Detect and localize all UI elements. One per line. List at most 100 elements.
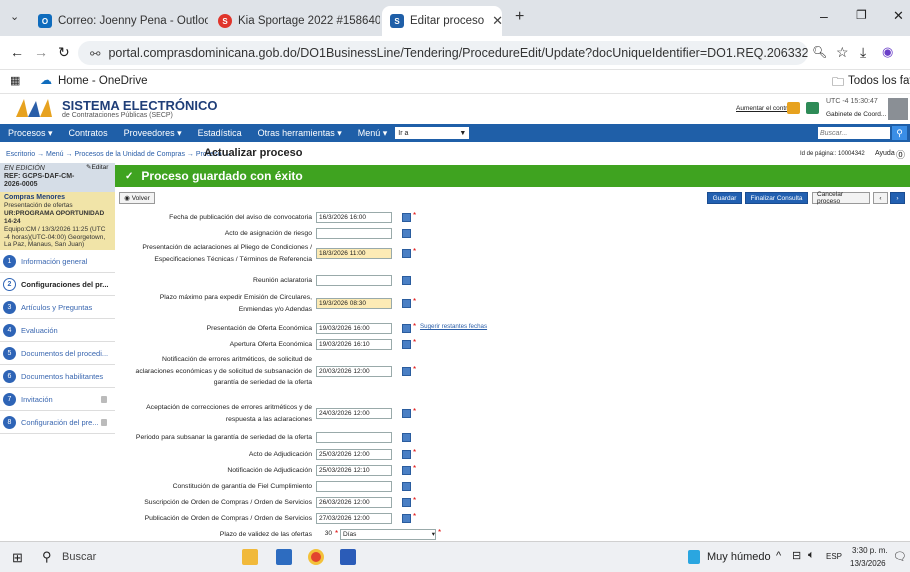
- bookmark-star-icon[interactable]: ☆: [836, 44, 849, 61]
- avatar[interactable]: [888, 98, 908, 120]
- weather-text[interactable]: Muy húmedo: [707, 551, 771, 563]
- calendar-icon[interactable]: [402, 409, 411, 418]
- step-item-6[interactable]: 6 Documentos habilitantes: [0, 365, 115, 388]
- network-icon[interactable]: ⊟: [792, 549, 801, 562]
- suggest-dates-link[interactable]: Sugerir restantes fechas: [420, 323, 487, 330]
- date-input[interactable]: 24/03/2026 12:00: [316, 408, 392, 419]
- bookmark-onedrive[interactable]: Home - OneDrive: [58, 75, 147, 87]
- calendar-icon[interactable]: [402, 498, 411, 508]
- calendar-icon[interactable]: [402, 324, 411, 334]
- chrome-icon[interactable]: [308, 549, 324, 565]
- step-item-7[interactable]: 7 Invitación: [0, 388, 115, 411]
- taskbar-date[interactable]: 13/3/2026: [850, 559, 886, 568]
- prev-step-button[interactable]: ‹: [873, 192, 888, 204]
- tab-kia[interactable]: S Kia Sportage 2022 #1586406 - ✕: [210, 6, 380, 36]
- reports-icon[interactable]: [806, 102, 819, 114]
- tab-outlook[interactable]: O Correo: Joenny Pena - Outlook ✕: [30, 6, 208, 36]
- site-search-input[interactable]: [818, 127, 890, 139]
- nav-menu[interactable]: Menú ▾: [350, 128, 396, 139]
- step-item-5[interactable]: 5 Documentos del procedi...: [0, 342, 115, 365]
- volume-icon[interactable]: 🔈︎: [808, 549, 815, 562]
- site-info-icon[interactable]: ⚯: [90, 46, 100, 61]
- date-input[interactable]: 19/03/2026 16:00: [316, 323, 392, 335]
- step-item-1[interactable]: 1 Información general: [0, 250, 115, 273]
- restore-icon[interactable]: ❐: [856, 8, 867, 22]
- notifications-icon[interactable]: [787, 102, 800, 114]
- user-name[interactable]: Gabinete de Coord...: [826, 111, 886, 118]
- taskbar-search-text[interactable]: Buscar: [62, 551, 96, 563]
- date-input[interactable]: [316, 228, 392, 240]
- language-indicator[interactable]: ESP: [826, 552, 842, 561]
- calendar-icon[interactable]: [402, 450, 411, 460]
- step-item-8[interactable]: 8 Configuración del pre...: [0, 411, 115, 434]
- tab-editar-proceso[interactable]: S Editar proceso ✕: [382, 6, 502, 36]
- back-button[interactable]: ◉ Volver: [119, 192, 155, 204]
- calendar-icon[interactable]: [402, 276, 411, 286]
- nav-contratos[interactable]: Contratos: [61, 128, 116, 138]
- notification-icon[interactable]: 🗨︎: [893, 550, 907, 563]
- nav-estadistica[interactable]: Estadística: [190, 128, 250, 138]
- calendar-icon[interactable]: [402, 482, 411, 492]
- calendar-icon[interactable]: [402, 366, 411, 376]
- date-input[interactable]: 27/03/2026 12:00: [316, 513, 392, 525]
- step-item-3[interactable]: 3 Artículos y Preguntas: [0, 296, 115, 319]
- date-input[interactable]: [316, 481, 392, 493]
- calendar-icon[interactable]: [402, 249, 411, 258]
- windows-start-icon[interactable]: ⊞: [12, 550, 23, 566]
- breadcrumb-path[interactable]: Escritorio → Menú → Procesos de la Unida…: [6, 151, 230, 158]
- close-window-icon[interactable]: ✕: [893, 8, 904, 24]
- date-input[interactable]: 25/03/2026 12:00: [316, 449, 392, 461]
- nav-otras-herramientas[interactable]: Otras herramientas ▾: [250, 128, 350, 139]
- edit-link[interactable]: ✎Editar: [86, 164, 108, 171]
- date-input[interactable]: 19/3/2026 08:30: [316, 298, 392, 309]
- tray-chevron-icon[interactable]: ^: [776, 550, 781, 562]
- next-step-button[interactable]: ›: [890, 192, 905, 204]
- date-input[interactable]: 26/03/2026 12:00: [316, 497, 392, 509]
- nav-procesos[interactable]: Procesos ▾: [0, 128, 61, 139]
- apps-grid-icon[interactable]: ▦: [10, 74, 20, 87]
- file-explorer-icon[interactable]: [242, 549, 258, 565]
- cancel-process-button[interactable]: Cancelar proceso: [812, 191, 870, 205]
- goto-select[interactable]: Ir a ▼: [395, 127, 470, 139]
- calendar-icon[interactable]: [402, 514, 411, 524]
- calendar-icon[interactable]: [402, 340, 411, 350]
- date-input[interactable]: [316, 275, 392, 287]
- finish-consult-button[interactable]: Finalizar Consulta: [745, 192, 808, 204]
- nav-proveedores[interactable]: Proveedores ▾: [116, 128, 190, 139]
- calendar-icon[interactable]: [402, 433, 411, 443]
- tab-list-dropdown-icon[interactable]: ⌄: [10, 10, 19, 23]
- address-bar[interactable]: ⚯ portal.comprasdominicana.gob.do/DO1Bus…: [78, 41, 808, 65]
- date-input[interactable]: 16/3/2026 16:00: [316, 212, 392, 224]
- search-icon[interactable]: ⚲: [892, 126, 907, 140]
- new-tab-icon[interactable]: +: [515, 8, 524, 26]
- back-arrow-icon[interactable]: ←: [10, 44, 24, 60]
- date-input[interactable]: 20/03/2026 12:00: [316, 365, 392, 377]
- calendar-icon[interactable]: [402, 213, 411, 223]
- taskbar-time[interactable]: 3:30 p. m.: [852, 546, 888, 555]
- date-input[interactable]: 19/03/2026 16:10: [316, 339, 392, 351]
- word-icon[interactable]: [340, 549, 356, 565]
- calendar-icon[interactable]: [402, 229, 411, 239]
- taskbar-search-icon[interactable]: ⚲: [42, 549, 52, 565]
- date-input[interactable]: 18/3/2026 11:00: [316, 248, 392, 259]
- save-button[interactable]: Guardar: [707, 192, 742, 204]
- minimize-icon[interactable]: –: [820, 8, 828, 24]
- forward-arrow-icon[interactable]: →: [34, 44, 48, 60]
- calendar-icon[interactable]: [402, 299, 411, 308]
- all-bookmarks-link[interactable]: Todos los favoritos: [848, 75, 910, 87]
- close-icon[interactable]: ✕: [484, 13, 502, 29]
- help-link[interactable]: Ayuda: [875, 150, 895, 157]
- validity-unit-select[interactable]: Días ▾: [340, 529, 436, 541]
- validity-days-input[interactable]: 30: [316, 529, 334, 541]
- zoom-icon[interactable]: 🔍︎: [812, 45, 827, 59]
- profile-icon[interactable]: ◉: [882, 44, 893, 60]
- store-icon[interactable]: [276, 549, 292, 565]
- step-item-2[interactable]: 2 Configuraciones del pr...: [0, 273, 115, 296]
- date-input[interactable]: [316, 432, 392, 444]
- date-input[interactable]: 25/03/2026 12:10: [316, 465, 392, 477]
- reload-icon[interactable]: ↻: [58, 44, 70, 61]
- download-icon[interactable]: ⤓: [860, 44, 866, 61]
- help-icon[interactable]: ⓪: [896, 148, 905, 161]
- calendar-icon[interactable]: [402, 466, 411, 476]
- step-item-4[interactable]: 4 Evaluación: [0, 319, 115, 342]
